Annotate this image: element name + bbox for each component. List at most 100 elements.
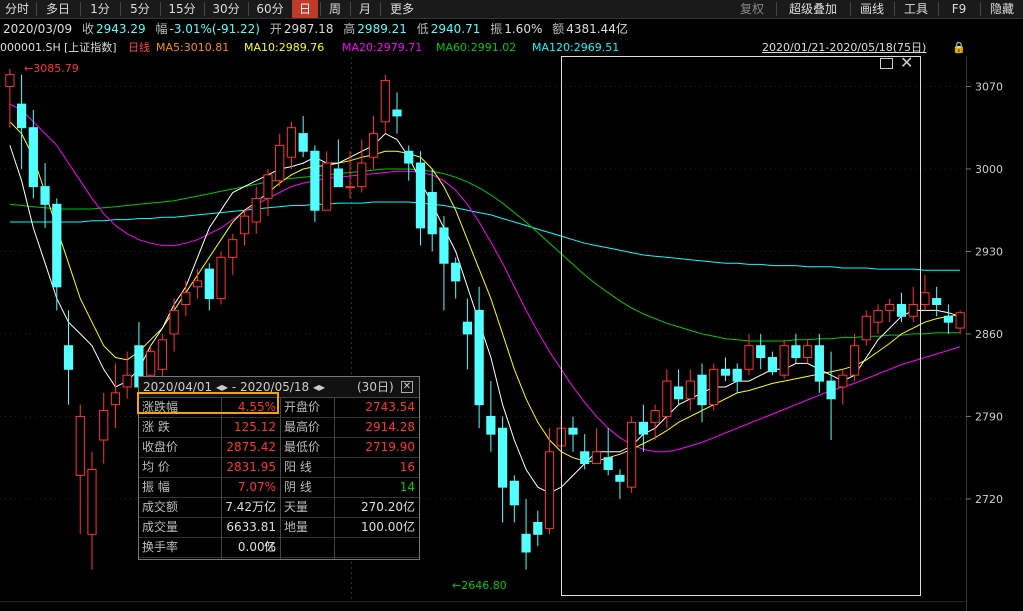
change-value: -3.01%(-91.22) bbox=[169, 22, 260, 36]
tools-button[interactable]: 工具 bbox=[896, 0, 936, 18]
period-tab[interactable]: 分时 bbox=[0, 0, 34, 18]
stats-value: 7.07% bbox=[237, 480, 276, 494]
candle[interactable] bbox=[216, 251, 226, 305]
range-selection-box[interactable] bbox=[561, 56, 921, 596]
stats-row: 收盘价 2875.42 最低价 2719.90 bbox=[139, 437, 419, 458]
stock-name: [上证指数] bbox=[64, 41, 117, 54]
period-tab[interactable]: 30分 bbox=[206, 0, 246, 18]
period-tab[interactable]: 多日 bbox=[38, 0, 78, 18]
separator bbox=[980, 2, 981, 16]
candle[interactable] bbox=[462, 298, 473, 370]
stats-label: 地量 bbox=[284, 520, 309, 534]
candle[interactable] bbox=[239, 210, 250, 246]
separator bbox=[380, 2, 381, 16]
stats-label: 最低价 bbox=[284, 440, 321, 454]
highlight-box bbox=[137, 392, 279, 414]
candle[interactable] bbox=[955, 310, 965, 334]
candle[interactable] bbox=[474, 286, 484, 429]
separator bbox=[36, 2, 37, 16]
stats-label: 阳 线 bbox=[284, 460, 312, 474]
candle[interactable] bbox=[192, 269, 203, 299]
candle[interactable] bbox=[99, 392, 109, 464]
candle[interactable] bbox=[310, 145, 320, 222]
y-tick-label: 3000 bbox=[975, 163, 1003, 176]
amount-label: 额 bbox=[552, 22, 565, 36]
stats-label: 开盘价 bbox=[284, 400, 321, 414]
maximize-icon[interactable] bbox=[880, 58, 893, 69]
candle[interactable] bbox=[357, 139, 367, 193]
period-tab[interactable]: 月 bbox=[352, 0, 378, 18]
draw-button[interactable]: 画线 bbox=[852, 0, 892, 18]
candle[interactable] bbox=[392, 92, 402, 134]
stats-label: 收盘价 bbox=[142, 440, 179, 454]
candle[interactable] bbox=[943, 304, 954, 334]
candle[interactable] bbox=[28, 110, 38, 199]
ma5-legend: MA5:3010.81 bbox=[156, 41, 230, 54]
overlay-button[interactable]: 超级叠加 bbox=[778, 0, 848, 18]
stats-value: 16 bbox=[399, 460, 415, 474]
high-label: 高 bbox=[343, 22, 356, 36]
y-tick-label: 2790 bbox=[975, 410, 1003, 423]
candle[interactable] bbox=[932, 286, 942, 317]
candle[interactable] bbox=[427, 168, 437, 252]
candle[interactable] bbox=[509, 475, 519, 523]
period-tab[interactable]: 15分 bbox=[162, 0, 202, 18]
divider bbox=[221, 397, 222, 559]
candle[interactable] bbox=[521, 498, 531, 570]
lock-icon[interactable]: 🔒 bbox=[952, 39, 966, 57]
candle[interactable] bbox=[298, 115, 308, 158]
candle[interactable] bbox=[122, 351, 132, 399]
candle[interactable] bbox=[497, 416, 508, 523]
period-tab[interactable]: 1分 bbox=[82, 0, 118, 18]
candle[interactable] bbox=[52, 198, 62, 311]
candle[interactable] bbox=[920, 275, 930, 311]
f9-button[interactable]: F9 bbox=[940, 0, 978, 18]
candle[interactable] bbox=[286, 121, 297, 169]
hide-button[interactable]: 隐藏 bbox=[982, 0, 1022, 18]
candle[interactable] bbox=[251, 186, 261, 234]
candle[interactable] bbox=[40, 163, 50, 228]
candle[interactable] bbox=[322, 151, 332, 211]
stats-value: 2743.54 bbox=[365, 400, 415, 414]
candle[interactable] bbox=[380, 74, 390, 134]
stats-value: 100.00亿 bbox=[361, 520, 415, 534]
candle[interactable] bbox=[544, 428, 555, 535]
candle[interactable] bbox=[404, 145, 414, 181]
close-icon[interactable]: ✕ bbox=[900, 53, 913, 72]
ma60-legend: MA60:2991.02 bbox=[436, 41, 517, 54]
candle[interactable] bbox=[228, 233, 238, 276]
candle[interactable] bbox=[87, 451, 97, 570]
candle[interactable] bbox=[275, 133, 285, 187]
candle[interactable] bbox=[16, 74, 27, 169]
candle[interactable] bbox=[451, 257, 461, 299]
stats-label: 阴 线 bbox=[284, 480, 312, 494]
candle[interactable] bbox=[415, 151, 426, 246]
candle[interactable] bbox=[75, 404, 85, 535]
candle[interactable] bbox=[181, 280, 191, 317]
period-label: 日线 bbox=[128, 41, 150, 54]
close-label: 收 bbox=[82, 22, 95, 36]
stats-value: 2914.28 bbox=[365, 420, 415, 434]
close-icon[interactable]: ✕ bbox=[401, 381, 413, 393]
stats-row: 均 价 2831.95 阳 线 16 bbox=[139, 457, 419, 478]
adjust-button[interactable]: 复权 bbox=[730, 0, 774, 18]
candle[interactable] bbox=[110, 363, 121, 429]
max-price-label: ←3085.79 bbox=[24, 62, 79, 75]
separator bbox=[248, 2, 249, 16]
candle[interactable] bbox=[204, 263, 214, 311]
candle[interactable] bbox=[439, 216, 449, 311]
period-tab-active[interactable]: 日 bbox=[292, 0, 318, 18]
candle[interactable] bbox=[5, 68, 15, 128]
y-tick-label: 3070 bbox=[975, 80, 1003, 93]
period-tab[interactable]: 周 bbox=[322, 0, 348, 18]
candle[interactable] bbox=[533, 510, 543, 547]
candle[interactable] bbox=[157, 333, 167, 382]
period-toolbar: 分时 多日 1分 5分 15分 30分 60分 日 周 月 更多 复权 超级叠加… bbox=[0, 0, 1023, 19]
candle[interactable] bbox=[368, 115, 379, 169]
candle[interactable] bbox=[263, 168, 273, 217]
period-tab[interactable]: 更多 bbox=[382, 0, 422, 18]
period-tab[interactable]: 5分 bbox=[122, 0, 158, 18]
period-tab[interactable]: 60分 bbox=[250, 0, 290, 18]
stats-label: 成交额 bbox=[142, 500, 179, 514]
candle[interactable] bbox=[486, 381, 496, 452]
